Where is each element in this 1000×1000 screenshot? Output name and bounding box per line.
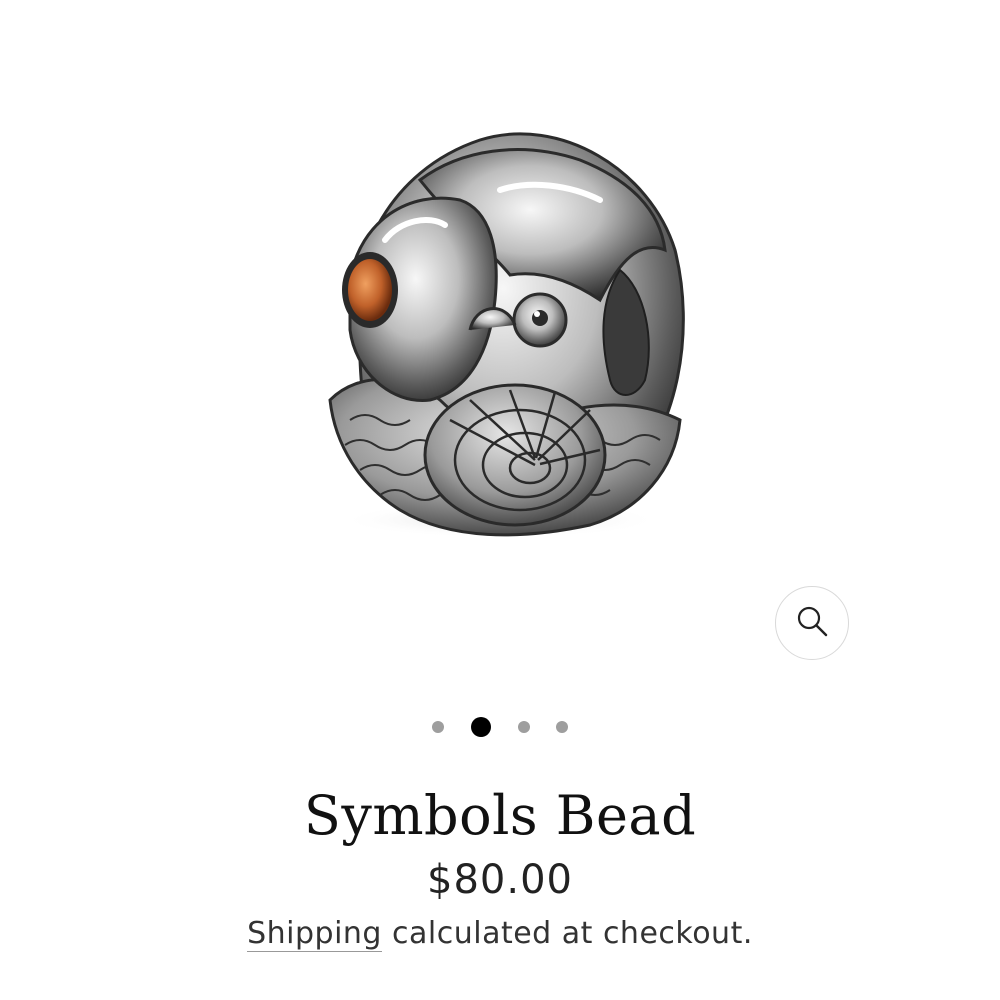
search-icon: [795, 604, 829, 643]
carousel-dot-4[interactable]: [556, 721, 568, 733]
product-image[interactable]: [300, 100, 700, 540]
carousel-dots: [0, 714, 1000, 740]
zoom-button[interactable]: [775, 586, 849, 660]
product-title: Symbols Bead: [303, 784, 697, 847]
shipping-note: Shipping calculated at checkout.: [0, 912, 1000, 956]
shipping-link[interactable]: Shipping: [247, 916, 382, 952]
carousel-dot-2-active[interactable]: [471, 717, 491, 737]
shipping-note-text: calculated at checkout.: [381, 916, 753, 951]
bead-illustration: [328, 132, 685, 538]
carousel-dot-3[interactable]: [518, 721, 530, 733]
product-page: Symbols Bead $80.00 Shipping calculated …: [0, 0, 1000, 1000]
carousel-dot-1[interactable]: [432, 721, 444, 733]
product-price: $80.00: [427, 857, 573, 903]
